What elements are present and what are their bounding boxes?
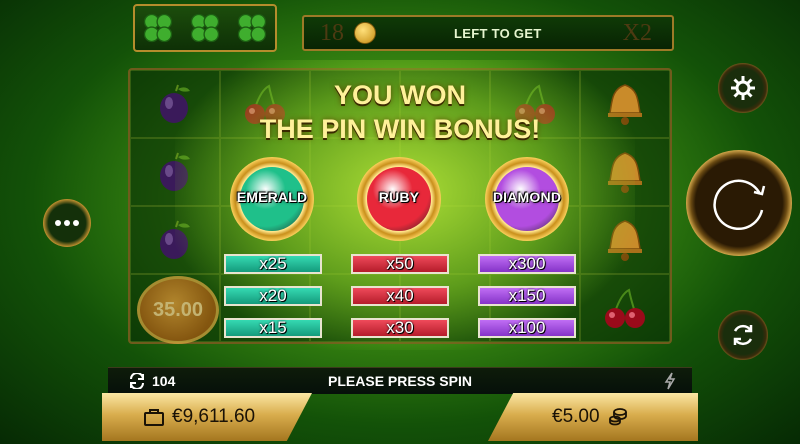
bet-value: €5.00 — [552, 406, 600, 427]
multiplier-value: X2 — [622, 19, 652, 46]
ruby-gem: RUBY — [357, 157, 441, 241]
autoplay-button[interactable] — [718, 310, 768, 360]
clover-icon — [237, 13, 266, 43]
bonus-coin: 35.00 — [137, 276, 219, 344]
menu-dots-icon — [55, 220, 61, 226]
plum-icon — [160, 84, 190, 123]
win-title-line1: YOU WON — [334, 80, 466, 110]
bell-icon — [608, 220, 642, 261]
reel-cell — [580, 70, 670, 138]
emerald-multiplier: x15 — [224, 318, 322, 338]
reel-cell — [580, 206, 670, 274]
autoplay-icon — [733, 324, 753, 346]
emerald-multiplier: x20 — [224, 286, 322, 306]
plum-icon — [160, 220, 190, 259]
wallet-icon — [144, 409, 164, 426]
win-title-line2: THE PIN WIN BONUS! — [259, 114, 541, 144]
reel-cell — [130, 70, 220, 138]
cherry-icon — [605, 288, 645, 328]
status-bar: 104 PLEASE PRESS SPIN — [108, 367, 692, 394]
ruby-multiplier: x50 — [351, 254, 449, 274]
left-to-get-bar: 18 LEFT TO GET X2 — [302, 15, 674, 51]
left-count: 18 — [320, 19, 344, 46]
status-message: PLEASE PRESS SPIN — [328, 373, 472, 389]
reel-cell — [580, 138, 670, 206]
left-to-get-label: LEFT TO GET — [454, 25, 542, 41]
ruby-label: RUBY — [378, 189, 420, 205]
ruby-multiplier: x30 — [351, 318, 449, 338]
reel-cell — [580, 274, 670, 342]
bonus-coin-value: 35.00 — [152, 298, 204, 321]
reel-cell — [130, 138, 220, 206]
balance-display: €9,611.60 — [102, 393, 312, 441]
bet-display[interactable]: €5.00 — [488, 393, 698, 441]
win-title: YOU WON THE PIN WIN BONUS! — [240, 78, 560, 146]
clover-icon — [190, 13, 220, 43]
clover-collection — [133, 4, 277, 52]
turbo-icon[interactable] — [664, 372, 676, 390]
coin-icon — [354, 22, 376, 44]
bell-icon — [608, 84, 642, 125]
diamond-gem: DIAMOND — [485, 157, 569, 241]
reel-cell — [130, 206, 220, 274]
diamond-multiplier: x100 — [478, 318, 576, 338]
bell-icon — [608, 152, 642, 193]
diamond-label: DIAMOND — [492, 189, 562, 205]
settings-button[interactable] — [718, 63, 768, 113]
diamond-multiplier: x300 — [478, 254, 576, 274]
emerald-multiplier: x25 — [224, 254, 322, 274]
spin-arrow-icon — [713, 179, 766, 231]
gear-icon — [731, 76, 755, 100]
spin-button[interactable] — [686, 150, 792, 256]
ruby-multiplier: x40 — [351, 286, 449, 306]
balance-value: €9,611.60 — [172, 406, 256, 427]
diamond-multiplier: x150 — [478, 286, 576, 306]
clover-icon — [144, 13, 173, 43]
emerald-label: EMERALD — [236, 189, 308, 205]
plum-icon — [160, 152, 190, 191]
emerald-gem: EMERALD — [230, 157, 314, 241]
coin-stack-icon — [608, 408, 627, 426]
menu-button[interactable] — [43, 199, 91, 247]
